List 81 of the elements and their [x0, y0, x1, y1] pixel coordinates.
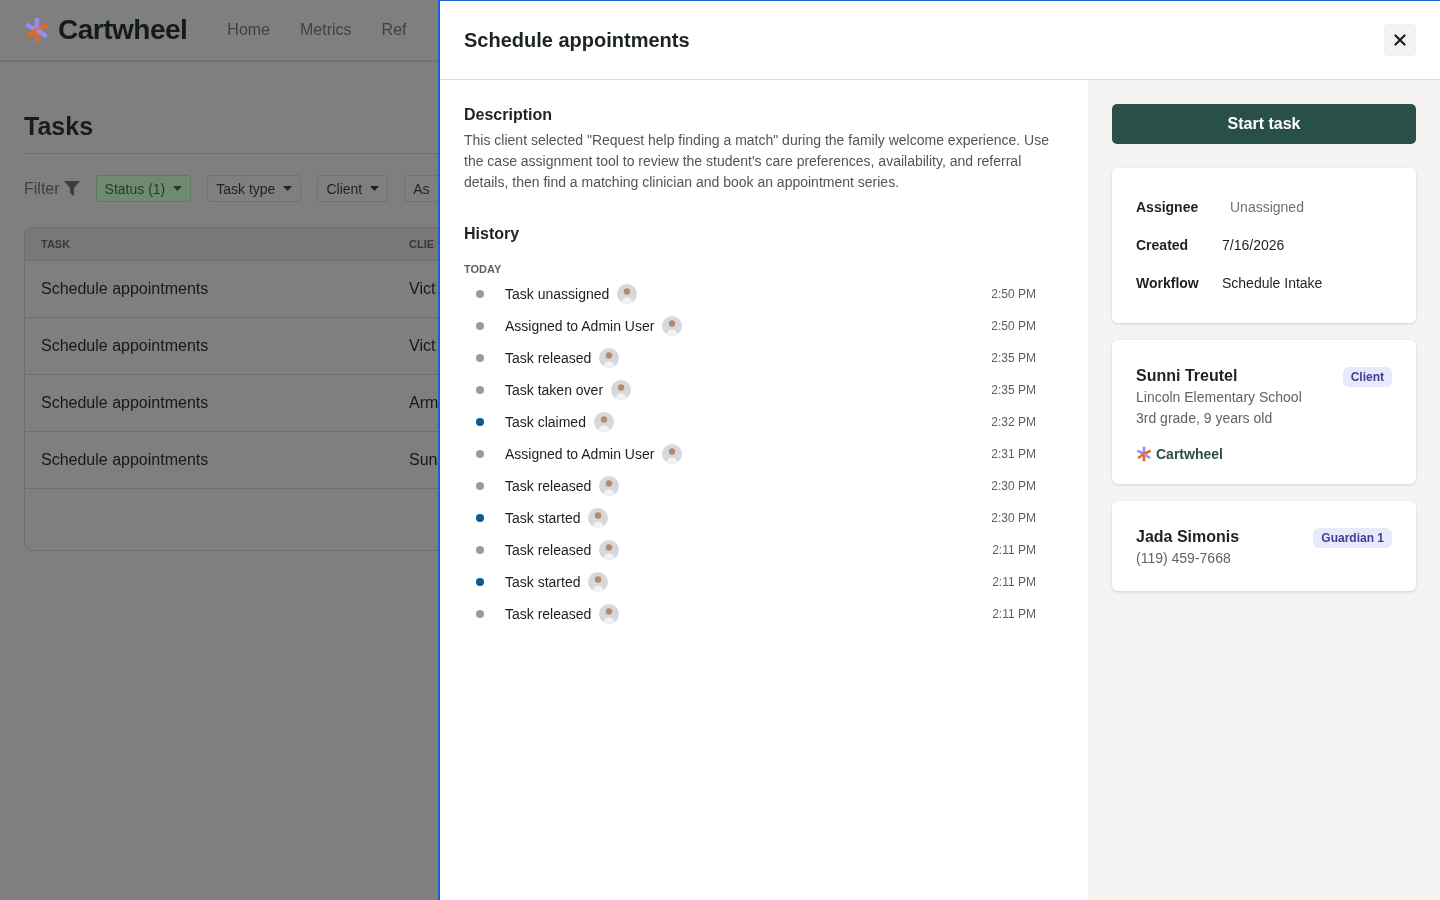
avatar-icon	[588, 572, 609, 592]
close-button[interactable]	[1384, 24, 1416, 56]
filter-dropdown[interactable]: As	[404, 175, 439, 202]
avatar-icon	[611, 380, 632, 400]
avatar-icon	[599, 540, 620, 560]
column-header: TASK	[41, 238, 72, 250]
table-cell-text: Vict	[409, 337, 437, 355]
history-event: Task started	[505, 574, 581, 590]
avatar-icon	[599, 348, 620, 368]
table-cell-text: Schedule appointments	[41, 280, 210, 298]
role-badge: Client	[1342, 367, 1392, 387]
event-time: 2:30 PM	[991, 511, 1036, 525]
history-event: Task claimed	[505, 414, 586, 430]
avatar-icon	[599, 604, 620, 624]
person-detail: Lincoln Elementary School	[1136, 388, 1303, 407]
history-event: Task released	[505, 606, 592, 622]
detail-label: Workflow	[1136, 275, 1200, 291]
brand-icon	[1136, 446, 1152, 462]
nav-link[interactable]: Ref	[381, 21, 407, 39]
event-time: 2:50 PM	[991, 287, 1036, 301]
group-label: TODAY	[464, 263, 503, 275]
caret-icon	[283, 186, 293, 191]
caret-icon	[370, 186, 380, 191]
avatar-icon	[662, 316, 683, 336]
table-cell-text: Vict	[409, 280, 437, 298]
detail-value: Schedule Intake	[1222, 275, 1324, 291]
filter-dropdown[interactable]: Client	[317, 175, 389, 202]
event-time: 2:30 PM	[991, 479, 1036, 493]
person-detail: 3rd grade, 9 years old	[1136, 409, 1274, 428]
section-heading: History	[464, 225, 521, 243]
event-time: 2:35 PM	[991, 383, 1036, 397]
filter-label: Filter	[24, 179, 60, 198]
logo-text: Cartwheel	[58, 14, 188, 46]
caret-icon	[173, 186, 183, 191]
history-event: Assigned to Admin User	[505, 446, 655, 462]
table-cell-text: Schedule appointments	[41, 337, 210, 355]
event-time: 2:11 PM	[992, 575, 1036, 589]
event-time: 2:11 PM	[992, 543, 1036, 557]
brand-name: Cartwheel	[1156, 446, 1223, 462]
description-text: This client selected "Request help finding a match" during the family welcome experience. Use the case assignment tool to review the student's care preferences, availability, and referral details, then find a matching clinician and book an appointment series.	[464, 131, 1050, 192]
event-time: 2:32 PM	[991, 415, 1036, 429]
column-header: CLIE	[409, 238, 436, 250]
drawer-title: Schedule appointments	[464, 28, 690, 52]
close-icon	[1394, 34, 1406, 46]
detail-value: 7/16/2026	[1222, 237, 1286, 253]
section-heading: Description	[464, 106, 553, 124]
event-time: 2:35 PM	[991, 351, 1036, 365]
history-event: Task started	[505, 510, 581, 526]
event-time: 2:50 PM	[991, 319, 1036, 333]
nav-link[interactable]: Home	[227, 21, 270, 39]
avatar-icon	[593, 412, 614, 432]
start-task-button[interactable]: Start task	[1112, 104, 1416, 144]
detail-label: Created	[1136, 237, 1190, 253]
avatar-icon	[599, 476, 620, 496]
avatar-icon	[588, 508, 609, 528]
table-cell-text: Schedule appointments	[41, 394, 210, 412]
avatar-icon	[662, 444, 683, 464]
avatar-icon	[617, 284, 638, 304]
history-event: Task released	[505, 542, 592, 558]
history-event: Task released	[505, 478, 592, 494]
person-name: Sunni Treutel	[1136, 367, 1238, 385]
filter-dropdown[interactable]: Status (1)	[95, 175, 192, 202]
logo-icon	[24, 17, 50, 43]
event-time: 2:31 PM	[991, 447, 1036, 461]
detail-value: Unassigned	[1229, 199, 1305, 215]
history-event: Task released	[505, 350, 592, 366]
page-title: Tasks	[24, 112, 438, 154]
history-event: Task unassigned	[505, 286, 610, 302]
person-name: Jada Simonis	[1136, 528, 1240, 546]
event-time: 2:11 PM	[992, 607, 1036, 621]
filter-icon	[63, 181, 80, 196]
history-event: Task taken over	[505, 382, 604, 398]
nav-link[interactable]: Metrics	[300, 21, 352, 39]
role-badge: Guardian 1	[1313, 528, 1392, 548]
table-cell-text: Schedule appointments	[41, 451, 210, 469]
history-event: Assigned to Admin User	[505, 318, 655, 334]
table-cell: Arm	[409, 394, 439, 412]
detail-label: Assignee	[1136, 199, 1200, 215]
person-detail: (119) 459-7668	[1136, 549, 1232, 568]
table-cell: Sun	[409, 451, 438, 469]
filter-dropdown[interactable]: Task type	[207, 175, 302, 202]
